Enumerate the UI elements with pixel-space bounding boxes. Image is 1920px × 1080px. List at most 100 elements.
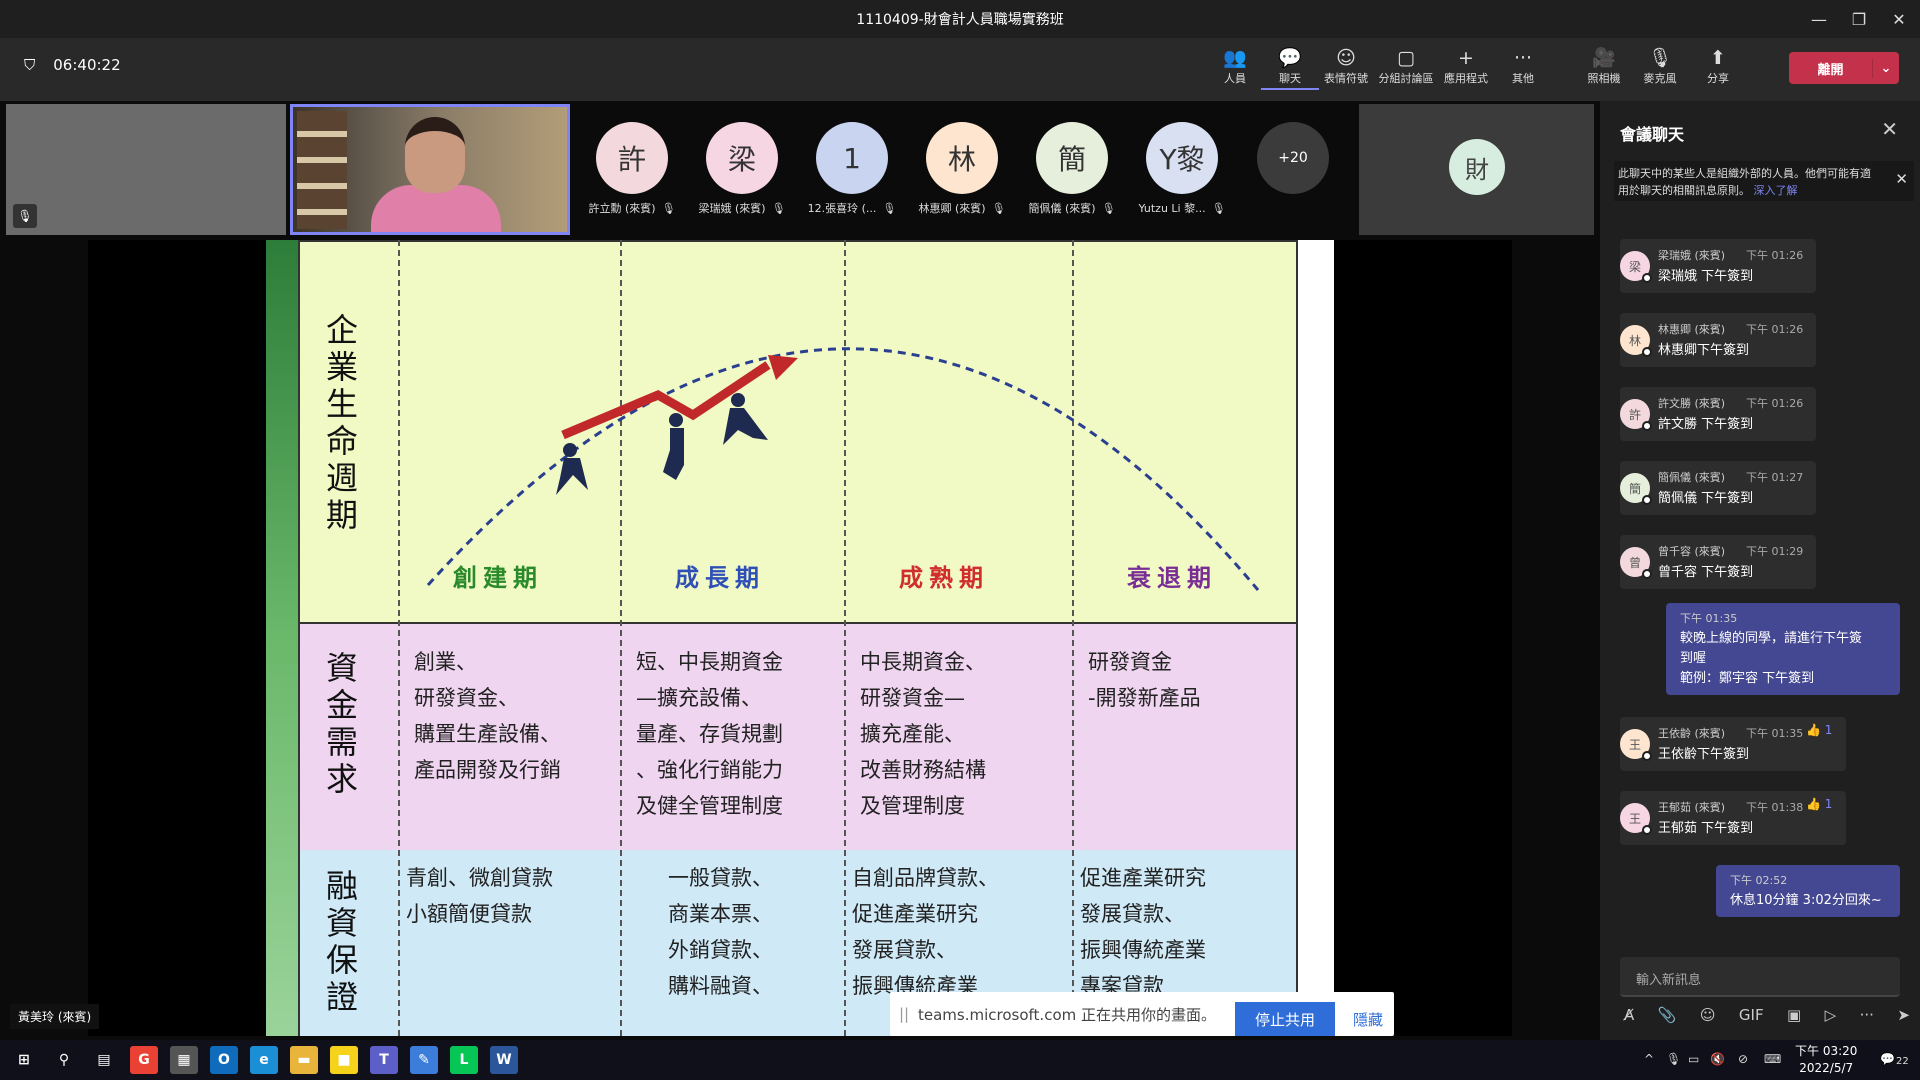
participant-name: 梁瑞娥 (來賓) 🎙 (689, 200, 795, 216)
message-text: 王依齡下午簽到 (1658, 747, 1750, 762)
funding-cell: 短、中長期資金 —擴充設備、 量產、存貨規劃 、強化行銷能力 及健全管理制度 (636, 644, 783, 824)
participant-name: 林惠卿 (來賓) 🎙 (909, 200, 1015, 216)
toolbar-icon: 🎥 (1592, 47, 1616, 69)
message-time: 下午 02:52 (1730, 874, 1788, 887)
sticker-icon[interactable]: ▣ (1787, 1006, 1801, 1024)
sticky-notes-icon[interactable]: ■ (330, 1046, 358, 1074)
toolbar-button-6[interactable]: 🎥 照相機 (1575, 46, 1633, 86)
more-participants-button[interactable]: +20 (1257, 122, 1329, 194)
system-clock[interactable]: 下午 03:20 2022/5/7 (1795, 1043, 1857, 1077)
gif-icon[interactable]: GIF (1739, 1006, 1764, 1024)
keyboard-icon[interactable]: ⌨ (1764, 1052, 1781, 1066)
toolbar-icon: 🎙 (1647, 47, 1673, 69)
ime-icon[interactable]: ⊘ (1738, 1052, 1748, 1066)
task-view-icon[interactable]: ▤ (90, 1046, 118, 1074)
tray-overflow-icon[interactable]: ^ (1644, 1052, 1654, 1066)
message-time: 下午 01:38 (1746, 801, 1804, 814)
loop-icon[interactable]: ▷ (1825, 1006, 1837, 1024)
toolbar-button-4[interactable]: + 應用程式 (1437, 46, 1495, 86)
close-window-button[interactable]: ✕ (1876, 0, 1920, 38)
reaction-badge[interactable]: 👍 1 (1806, 723, 1832, 737)
phase-label: 衰退期 (1127, 564, 1217, 592)
message-line: 休息10分鐘 3:02分回來~ (1730, 893, 1882, 908)
more-icon[interactable]: ··· (1860, 1006, 1874, 1024)
outlook-icon[interactable]: O (210, 1046, 238, 1074)
avatar[interactable]: 1 (816, 122, 888, 194)
toolbar-icon: ⬆ (1710, 47, 1726, 69)
chat-message[interactable]: 許許文勝 (來賓) 下午 01:26 許文勝 下午簽到 (1620, 387, 1816, 441)
chat-message[interactable]: 林林惠卿 (來賓) 下午 01:26 林惠卿下午簽到 (1620, 313, 1816, 367)
leave-label[interactable]: 離開 (1789, 58, 1873, 78)
search-icon[interactable]: ⚲ (50, 1046, 78, 1074)
format-icon[interactable]: A̸ (1624, 1006, 1634, 1024)
leave-button[interactable]: 離開 ⌄ (1789, 52, 1899, 84)
toolbar-button-2[interactable]: ☺ 表情符號 (1317, 46, 1375, 86)
funding-line: 、強化行銷能力 (636, 758, 783, 782)
avatar[interactable]: 簡 (1036, 122, 1108, 194)
close-notice-icon[interactable]: ✕ (1895, 171, 1908, 188)
chat-message[interactable]: 曾曾千容 (來賓) 下午 01:29 曾千容 下午簽到 (1620, 535, 1816, 589)
guarantee-line: 自創品牌貸款、 (852, 866, 999, 890)
my-chat-message[interactable]: 下午 01:35 較晚上線的同學，請進行下午簽 到喔 範例：鄭宇容 下午簽到 (1666, 603, 1900, 695)
emoji-icon[interactable]: ☺ (1700, 1006, 1716, 1024)
chat-message[interactable]: 王王郁茹 (來賓) 下午 01:38 王郁茹 下午簽到 👍 1 (1620, 791, 1846, 845)
notification-icon[interactable]: 💬 (1880, 1052, 1895, 1066)
chat-message[interactable]: 梁梁瑞娥 (來賓) 下午 01:26 梁瑞娥 下午簽到 (1620, 239, 1816, 293)
message-line: 範例：鄭宇容 下午簽到 (1680, 671, 1815, 686)
meeting-chat-panel: 會議聊天 ✕ 此聊天中的某些人是組織外部的人員。他們可能有適用於聊天的相關訊息原… (1600, 101, 1920, 1040)
my-chat-message[interactable]: 下午 02:52 休息10分鐘 3:02分回來~ (1716, 865, 1900, 917)
presence-dot (1642, 421, 1652, 431)
message-time: 下午 01:26 (1746, 249, 1804, 262)
chat-message-input[interactable]: 輸入新訊息 (1620, 957, 1900, 997)
chrome-icon[interactable]: G (130, 1046, 158, 1074)
toolbar-button-1[interactable]: 💬 聊天 (1261, 46, 1319, 90)
toolbar-label: 其他 (1512, 72, 1534, 85)
reaction-badge[interactable]: 👍 1 (1806, 797, 1832, 811)
avatar[interactable]: 林 (926, 122, 998, 194)
funding-line: 量產、存貨規劃 (636, 722, 783, 746)
video-tile-self[interactable] (6, 104, 286, 235)
windows-taskbar: ⊞ ⚲ ▤ G ▦ Oe ▬ ■ T ✎ L W ^ 🎙 ▭ 🔇 ⊘ ⌨ 下午 03:20 2022/… (0, 1040, 1920, 1080)
chat-message[interactable]: 簡簡佩儀 (來賓) 下午 01:27 簡佩儀 下午簽到 (1620, 461, 1816, 515)
avatar[interactable]: 梁 (706, 122, 778, 194)
store-icon[interactable]: ▦ (170, 1046, 198, 1074)
chevron-down-icon[interactable]: ⌄ (1873, 61, 1899, 76)
guarantee-cell: 促進產業研究 發展貸款、 振興傳統產業 專案貸款 (1080, 860, 1206, 1004)
network-icon[interactable]: ▭ (1688, 1052, 1699, 1066)
participant-tile[interactable]: 財 (1359, 104, 1594, 235)
guarantee-line: 發展貸款、 (852, 938, 957, 962)
toolbar-button-7[interactable]: 🎙 麥克風 (1631, 46, 1689, 86)
attach-icon[interactable]: 📎 (1658, 1006, 1677, 1024)
word-icon[interactable]: W (490, 1046, 518, 1074)
stop-sharing-button[interactable]: 停止共用 (1235, 1002, 1335, 1036)
chat-message[interactable]: 王王依齡 (來賓) 下午 01:35 王依齡下午簽到 👍 1 (1620, 717, 1846, 771)
drag-handle-icon[interactable]: || (890, 1005, 918, 1023)
learn-more-link[interactable]: 深入了解 (1754, 184, 1798, 197)
avatar[interactable]: 許 (596, 122, 668, 194)
start-icon[interactable]: ⊞ (10, 1046, 38, 1074)
toolbar-label: 麥克風 (1643, 72, 1677, 85)
mic-icon[interactable]: 🎙 (1666, 1052, 1681, 1066)
paint-icon[interactable]: ✎ (410, 1046, 438, 1074)
teams-icon[interactable]: T (370, 1046, 398, 1074)
toolbar-button-0[interactable]: 👥 人員 (1206, 46, 1264, 86)
message-author: 王郁茹 (來賓) (1658, 801, 1726, 814)
file-explorer-icon[interactable]: ▬ (290, 1046, 318, 1074)
message-author: 林惠卿 (來賓) (1658, 323, 1726, 336)
toolbar-button-8[interactable]: ⬆ 分享 (1689, 46, 1747, 86)
volume-icon[interactable]: 🔇 (1710, 1052, 1725, 1066)
avatar[interactable]: Y黎 (1146, 122, 1218, 194)
message-author: 曾千容 (來賓) (1658, 545, 1726, 558)
message-time: 下午 01:26 (1746, 397, 1804, 410)
hide-bar-button[interactable]: 隱藏 (1343, 1002, 1393, 1036)
send-icon[interactable]: ➤ (1897, 1006, 1910, 1024)
guarantee-line: 促進產業研究 (852, 902, 978, 926)
presence-dot (1642, 569, 1652, 579)
funding-line: 研發資金 (1088, 650, 1172, 674)
toolbar-button-3[interactable]: ▢ 分組討論區 (1377, 46, 1435, 86)
video-tile-presenter[interactable] (290, 104, 570, 235)
toolbar-button-5[interactable]: ··· 其他 (1494, 46, 1552, 86)
line-icon[interactable]: L (450, 1046, 478, 1074)
close-chat-icon[interactable]: ✕ (1881, 117, 1898, 141)
edge-icon[interactable]: e (250, 1046, 278, 1074)
